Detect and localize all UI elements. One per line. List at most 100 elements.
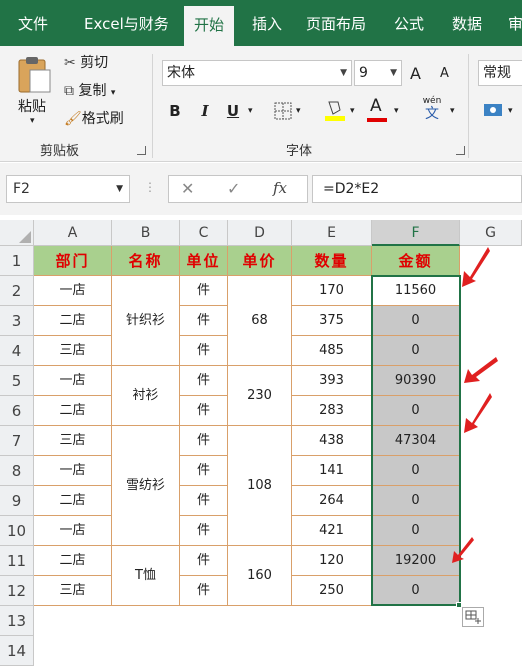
qty-cell[interactable]: 375 [292,306,372,336]
row-header-9[interactable]: 9 [0,486,34,516]
copy-button[interactable]: ⧉ 复制 ▾ [64,80,115,102]
accounting-format-icon[interactable] [482,100,504,120]
dept-cell[interactable]: 三店 [34,426,112,456]
dept-cell[interactable]: 一店 [34,516,112,546]
amount-cell[interactable]: 0 [372,516,460,546]
header-cell-name[interactable]: 名称 [112,246,180,276]
row-header-12[interactable]: 12 [0,576,34,606]
price-cell[interactable]: 68 [228,276,292,366]
chevron-down-icon[interactable]: ▾ [248,106,253,116]
unit-cell[interactable]: 件 [180,336,228,366]
amount-cell[interactable]: 47304 [372,426,460,456]
font-name-select[interactable]: 宋体 ▼ [162,60,352,86]
unit-cell[interactable]: 件 [180,426,228,456]
qty-cell[interactable]: 485 [292,336,372,366]
product-name-cell[interactable]: 衬衫 [112,366,180,426]
chevron-down-icon[interactable]: ▾ [450,106,455,116]
clipboard-launcher-icon[interactable] [137,146,146,155]
unit-cell[interactable]: 件 [180,516,228,546]
unit-cell[interactable]: 件 [180,546,228,576]
row-header-7[interactable]: 7 [0,426,34,456]
price-cell[interactable]: 230 [228,366,292,426]
row-header-6[interactable]: 6 [0,396,34,426]
amount-cell[interactable]: 90390 [372,366,460,396]
price-cell[interactable]: 108 [228,426,292,546]
enter-icon[interactable]: ✓ [227,179,240,198]
column-header-f[interactable]: F [372,220,460,246]
price-cell[interactable]: 160 [228,546,292,606]
qty-cell[interactable]: 421 [292,516,372,546]
dept-cell[interactable]: 二店 [34,546,112,576]
underline-button[interactable]: U [222,100,244,122]
qty-cell[interactable]: 264 [292,486,372,516]
column-header-g[interactable]: G [460,220,522,246]
qty-cell[interactable]: 438 [292,426,372,456]
column-header-c[interactable]: C [180,220,228,246]
tab-review[interactable]: 审 [508,10,522,38]
row-header-3[interactable]: 3 [0,306,34,336]
amount-cell[interactable]: 0 [372,306,460,336]
unit-cell[interactable]: 件 [180,486,228,516]
tab-excel-finance[interactable]: Excel与财务 [84,10,169,38]
chevron-down-icon[interactable]: ▾ [508,106,513,116]
product-name-cell[interactable]: 针织衫 [112,276,180,366]
column-header-b[interactable]: B [112,220,180,246]
header-cell-price[interactable]: 单价 [228,246,292,276]
qty-cell[interactable]: 170 [292,276,372,306]
qty-cell[interactable]: 141 [292,456,372,486]
row-header-10[interactable]: 10 [0,516,34,546]
phonetic-button[interactable]: wén 文 [420,96,444,124]
tab-data[interactable]: 数据 [452,10,482,38]
column-header-e[interactable]: E [292,220,372,246]
row-header-1[interactable]: 1 [0,246,34,276]
header-cell-unit[interactable]: 单位 [180,246,228,276]
number-format-select[interactable]: 常规 [478,60,522,86]
row-header-8[interactable]: 8 [0,456,34,486]
amount-cell[interactable]: 0 [372,396,460,426]
fill-color-icon[interactable] [324,98,346,122]
quick-analysis-button[interactable] [462,607,484,627]
dept-cell[interactable]: 一店 [34,366,112,396]
row-header-13[interactable]: 13 [0,606,34,636]
font-color-button[interactable]: A [370,96,382,116]
chevron-down-icon[interactable]: ▾ [394,106,399,116]
format-painter-button[interactable]: 🖌格式刷 [64,108,124,130]
dept-cell[interactable]: 一店 [34,456,112,486]
amount-cell[interactable]: 0 [372,486,460,516]
amount-cell[interactable]: 0 [372,456,460,486]
row-header-4[interactable]: 4 [0,336,34,366]
tab-page-layout[interactable]: 页面布局 [306,10,366,38]
cancel-icon[interactable]: ✕ [181,179,194,198]
amount-cell[interactable]: 0 [372,576,460,606]
qty-cell[interactable]: 250 [292,576,372,606]
tab-insert[interactable]: 插入 [252,10,282,38]
row-header-11[interactable]: 11 [0,546,34,576]
column-header-d[interactable]: D [228,220,292,246]
chevron-down-icon[interactable]: ▾ [350,106,355,116]
qty-cell[interactable]: 283 [292,396,372,426]
dept-cell[interactable]: 二店 [34,396,112,426]
tab-formulas[interactable]: 公式 [394,10,424,38]
dept-cell[interactable]: 二店 [34,486,112,516]
qty-cell[interactable]: 393 [292,366,372,396]
product-name-cell[interactable]: T恤 [112,546,180,606]
formula-input[interactable]: =D2*E2 [312,175,522,203]
bold-button[interactable]: B [164,100,186,122]
amount-cell-active[interactable]: 11560 [372,276,460,306]
amount-cell[interactable]: 19200 [372,546,460,576]
cut-button[interactable]: ✂ 剪切 [64,52,108,74]
shrink-font-button[interactable]: A [440,66,449,81]
unit-cell[interactable]: 件 [180,456,228,486]
unit-cell[interactable]: 件 [180,366,228,396]
dept-cell[interactable]: 一店 [34,276,112,306]
column-header-a[interactable]: A [34,220,112,246]
select-all-corner[interactable] [0,220,34,246]
tab-file[interactable]: 文件 [18,10,48,38]
chevron-down-icon[interactable]: ▼ [116,176,123,202]
amount-cell[interactable]: 0 [372,336,460,366]
header-cell-dept[interactable]: 部门 [34,246,112,276]
paste-button[interactable]: 粘贴 ▾ [14,54,54,134]
grow-font-button[interactable]: A [410,64,421,83]
row-header-2[interactable]: 2 [0,276,34,306]
product-name-cell[interactable]: 雪纺衫 [112,426,180,546]
